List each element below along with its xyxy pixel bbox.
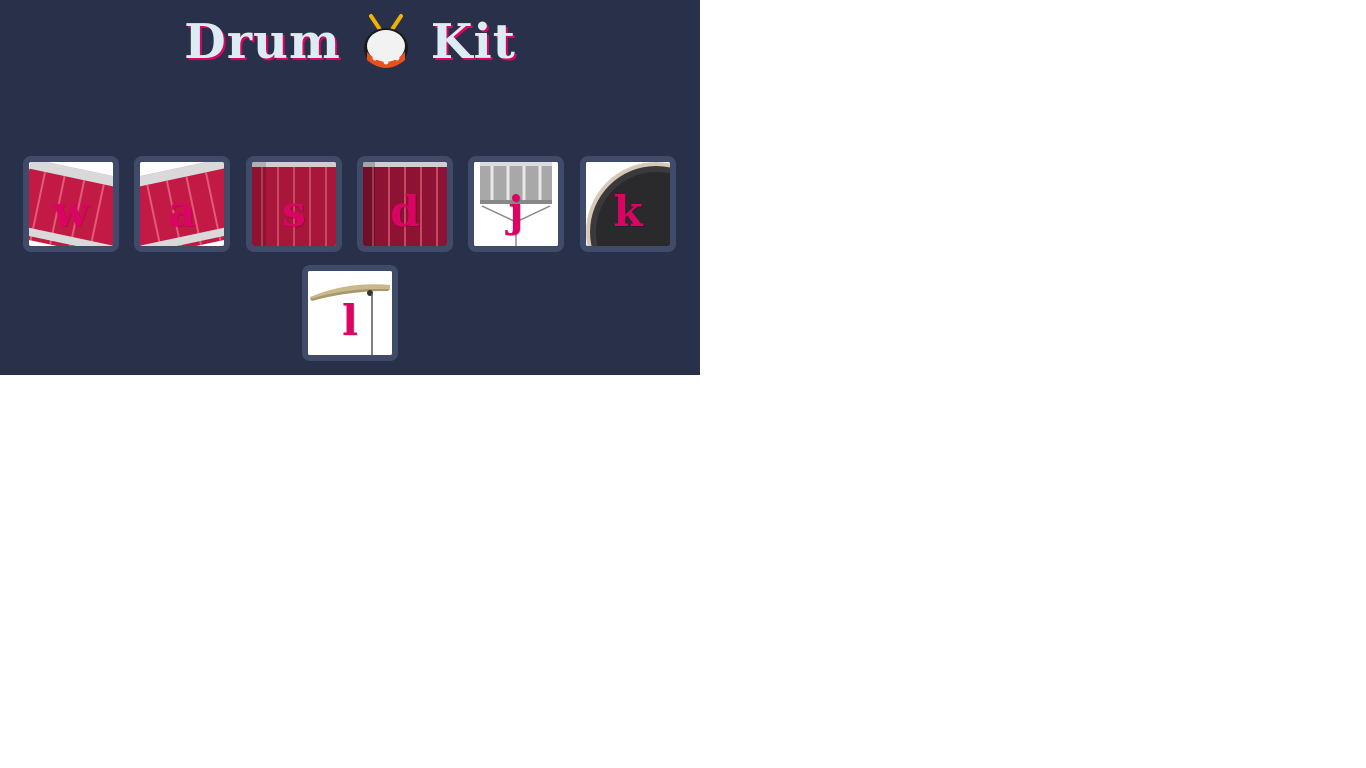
page-title: Drum Kit: [0, 12, 700, 72]
title-left: Drum: [184, 14, 341, 70]
pad-key-label: d: [390, 187, 420, 236]
pad-key-label: j: [508, 187, 524, 236]
pad-key-label: w: [52, 187, 90, 236]
pad-key-label: a: [168, 187, 196, 236]
title-right: Kit: [430, 14, 516, 70]
drum-icon: [359, 12, 413, 72]
drum-pad-s[interactable]: s: [246, 156, 342, 252]
drum-pad-k[interactable]: k: [580, 156, 676, 252]
drum-pad-l[interactable]: l: [302, 265, 398, 361]
pad-key-label: s: [282, 187, 306, 236]
drum-pad-d[interactable]: d: [357, 156, 453, 252]
drum-kit-app: Drum Kit w a s d j k l: [0, 0, 700, 375]
pad-key-label: k: [613, 187, 643, 236]
pad-key-label: l: [342, 296, 358, 345]
drum-pad-j[interactable]: j: [468, 156, 564, 252]
drum-pad-a[interactable]: a: [134, 156, 230, 252]
drum-pad-w[interactable]: w: [23, 156, 119, 252]
